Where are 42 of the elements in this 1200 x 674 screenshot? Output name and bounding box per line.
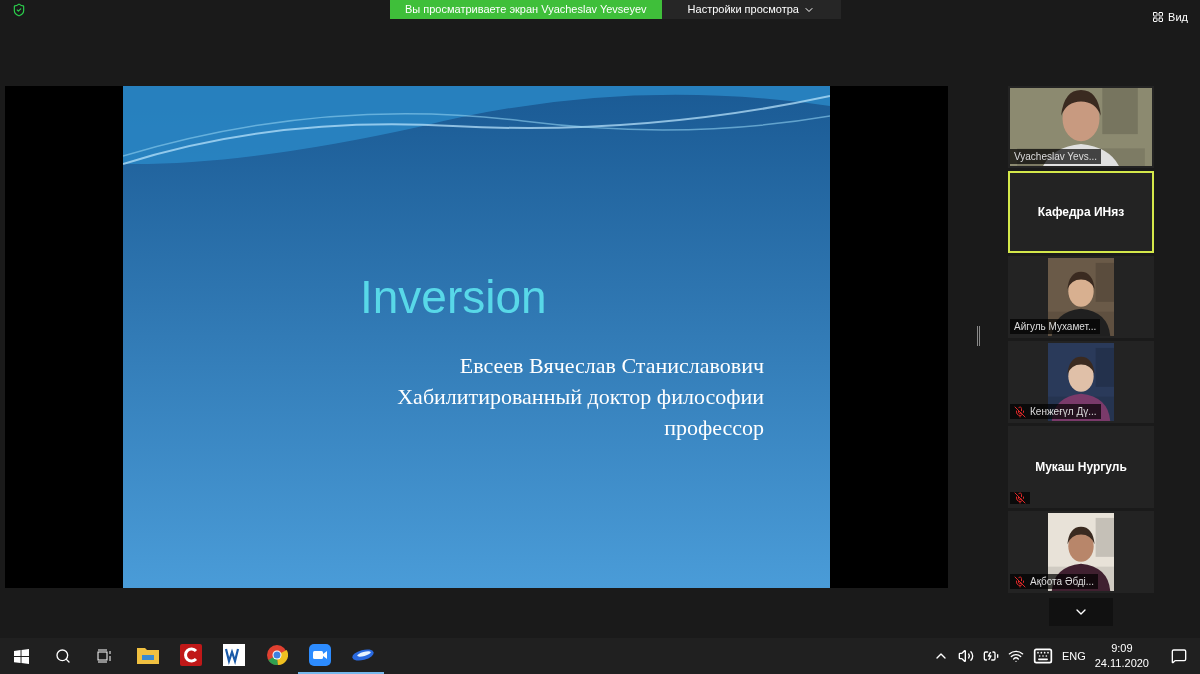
participant-tile[interactable]: Кафедра ИНяз: [1008, 171, 1154, 253]
mic-muted-icon: [1014, 405, 1026, 418]
wifi-icon[interactable]: [1007, 648, 1024, 664]
participant-tile[interactable]: Vyacheslav Yevs...: [1008, 86, 1154, 168]
language-indicator[interactable]: ENG: [1061, 647, 1086, 665]
sharing-notice: Вы просматриваете экран Vyacheslav Yevseyev: [390, 0, 662, 19]
mic-muted-icon: [1014, 575, 1026, 588]
keyboard-icon[interactable]: [1032, 646, 1053, 666]
participant-tile[interactable]: Кенжеғүл Дү...: [1008, 341, 1154, 423]
reader-icon: [179, 644, 202, 666]
slide-text: Евсеев Вячеслав Станиславович: [459, 352, 764, 380]
windows-icon: [13, 648, 29, 664]
participant-name: Мукаш Нургуль: [1035, 459, 1127, 476]
speaker-icon[interactable]: [957, 648, 974, 664]
clock-date[interactable]: 24.11.2020: [1094, 656, 1149, 671]
document-icon: [222, 644, 245, 666]
slide-text: профессор: [664, 414, 764, 442]
participant-name: Кенжеғүл Дү...: [1030, 405, 1097, 419]
participant-name: Ақбота Әбді...: [1030, 575, 1095, 589]
task-view-icon: [97, 649, 113, 663]
slide-text: Хабилитированный доктор философии: [397, 383, 764, 411]
participant-name: Кафедра ИНяз: [1037, 204, 1125, 221]
video-camera-icon: [308, 644, 331, 666]
resize-handle[interactable]: [976, 326, 980, 346]
mic-muted-icon: [1014, 492, 1026, 504]
notification-icon: [1171, 648, 1187, 664]
browser-icon: [265, 644, 288, 666]
participant-name: Айгуль Мухамет...: [1014, 320, 1097, 334]
participant-tile[interactable]: Айгуль Мухамет...: [1008, 256, 1154, 338]
swoosh-icon: [350, 648, 375, 662]
grid-icon: [1152, 11, 1165, 23]
slide-title: Inversion: [360, 271, 547, 323]
participant-tile[interactable]: Мукаш Нургуль: [1008, 426, 1154, 508]
battery-icon[interactable]: [982, 648, 999, 664]
clock-time[interactable]: 9:09: [1111, 641, 1133, 656]
participant-tile[interactable]: Ақбота Әбді...: [1008, 511, 1154, 593]
folder-icon: [135, 645, 160, 665]
view-button[interactable]: Вид: [1152, 8, 1188, 26]
participant-name: Vyacheslav Yevs...: [1014, 150, 1097, 164]
security-shield-icon[interactable]: [12, 3, 26, 17]
view-options-button[interactable]: Настройки просмотра: [661, 0, 841, 19]
search-icon: [55, 648, 71, 664]
